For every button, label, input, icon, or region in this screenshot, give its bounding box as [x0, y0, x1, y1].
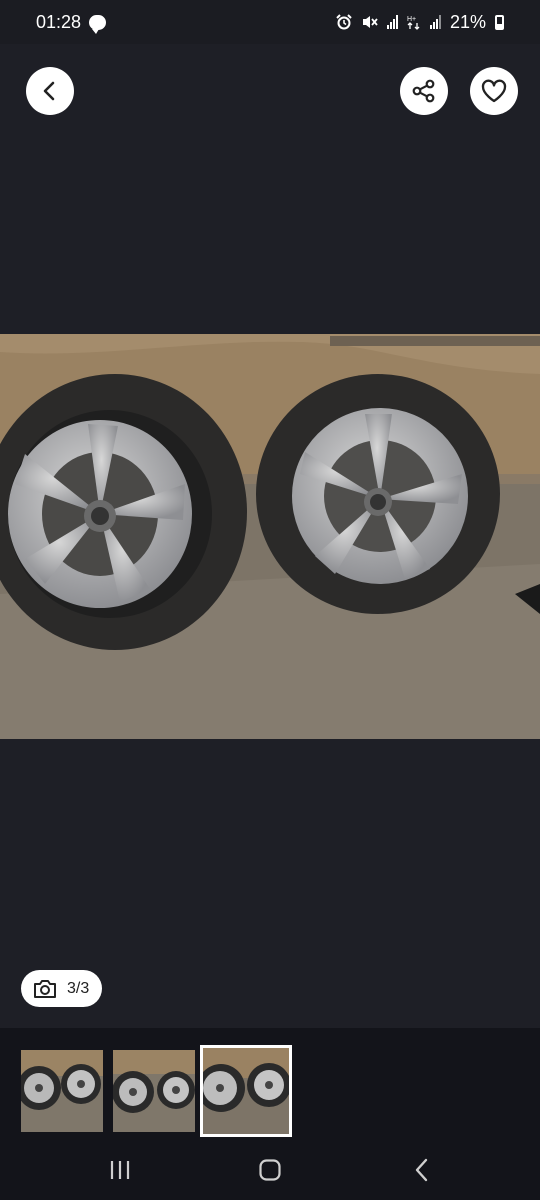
recent-apps-icon[interactable]	[108, 1160, 132, 1180]
heart-icon	[481, 79, 507, 103]
listing-photo[interactable]	[0, 334, 540, 739]
battery-percent: 21%	[449, 11, 486, 32]
status-bar: 01:28 H+ 21%	[0, 0, 540, 44]
battery-icon	[495, 14, 504, 30]
thumbnail-3[interactable]	[200, 1045, 292, 1137]
mute-icon	[362, 16, 378, 28]
share-button[interactable]	[400, 67, 448, 115]
back-nav-icon[interactable]	[412, 1158, 432, 1182]
alarm-icon	[336, 14, 352, 30]
signal-icon	[386, 15, 398, 29]
favorite-button[interactable]	[470, 67, 518, 115]
back-button[interactable]	[26, 67, 74, 115]
photo-counter-badge: 3/3	[21, 970, 102, 1007]
status-time: 01:28	[36, 11, 82, 32]
photo-counter-text: 3/3	[67, 979, 90, 997]
thumbnail-3-image	[203, 1048, 289, 1134]
camera-icon	[34, 979, 56, 998]
system-nav-bar	[0, 1140, 540, 1200]
thumbnail-strip	[0, 1028, 540, 1140]
message-notification-icon	[89, 14, 107, 34]
svg-text:H+: H+	[407, 16, 416, 23]
home-icon[interactable]	[258, 1158, 282, 1182]
chevron-left-icon	[43, 81, 55, 101]
thumbnail-2[interactable]	[113, 1050, 195, 1132]
photo-viewer: 3/3	[0, 44, 540, 1028]
thumbnail-2-image	[113, 1050, 195, 1132]
data-transfer-icon: H+	[407, 16, 420, 30]
thumbnail-1[interactable]	[21, 1050, 103, 1132]
signal-icon-2	[429, 15, 441, 29]
tires-image	[0, 334, 540, 739]
share-icon	[412, 79, 435, 103]
thumbnail-1-image	[21, 1050, 103, 1132]
